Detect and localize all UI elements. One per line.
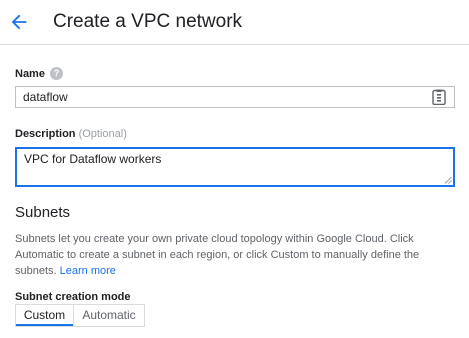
subnet-mode-toggle: Custom Automatic	[15, 304, 145, 327]
page-header: Create a VPC network	[0, 0, 469, 45]
description-field-value[interactable]: VPC for Dataflow workers	[24, 152, 161, 167]
automatic-mode-button[interactable]: Automatic	[73, 305, 144, 326]
resize-grip-icon[interactable]	[444, 176, 452, 184]
description-label-text: Description	[15, 128, 76, 140]
description-field[interactable]: VPC for Dataflow workers	[15, 147, 455, 187]
name-field-value[interactable]: dataflow	[23, 90, 68, 105]
learn-more-link[interactable]: Learn more	[60, 265, 116, 277]
help-icon[interactable]: ?	[50, 67, 63, 80]
name-field[interactable]: dataflow	[15, 86, 455, 108]
subnet-mode-label: Subnet creation mode	[15, 291, 131, 303]
description-label: Description (Optional)	[15, 127, 127, 141]
subnets-heading: Subnets	[15, 204, 71, 221]
optional-label: (Optional)	[78, 128, 127, 140]
back-button[interactable]	[8, 11, 30, 33]
arrow-back-icon	[11, 14, 27, 30]
page-title: Create a VPC network	[53, 11, 243, 32]
custom-mode-button[interactable]: Custom	[16, 305, 73, 326]
clipboard-icon[interactable]	[432, 89, 446, 105]
name-label: Name	[15, 68, 45, 80]
subnets-description: Subnets let you create your own private …	[15, 231, 460, 279]
